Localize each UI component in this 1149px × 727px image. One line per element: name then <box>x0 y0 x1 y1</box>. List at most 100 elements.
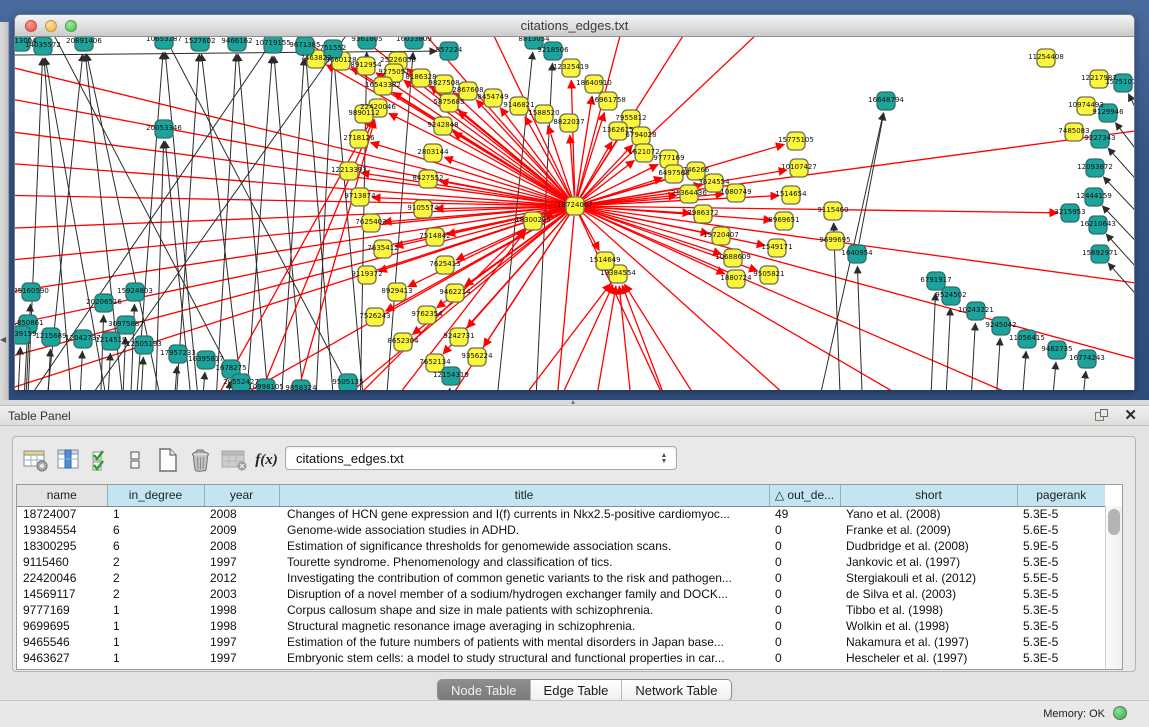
column-header-short[interactable]: short <box>840 485 1017 506</box>
graph-edge[interactable] <box>930 293 935 390</box>
table-cell[interactable]: Nakamura et al. (1997) <box>840 634 1017 650</box>
graph-edge[interactable] <box>1081 371 1086 390</box>
graph-edge[interactable] <box>173 366 177 390</box>
graph-edge[interactable] <box>580 215 599 251</box>
graph-edge[interactable] <box>1106 234 1134 299</box>
table-cell[interactable]: 0 <box>769 602 840 618</box>
table-row[interactable]: 1456911722003Disruption of a novel membe… <box>17 586 1105 602</box>
graph-edge[interactable] <box>361 173 565 205</box>
table-row[interactable]: 946362711997Embryonic stem cells: a mode… <box>17 650 1105 666</box>
delete-table-button[interactable] <box>184 444 217 476</box>
table-cell[interactable]: 9777169 <box>17 602 107 618</box>
table-cell[interactable]: 2012 <box>204 570 279 586</box>
graph-edge[interactable] <box>238 54 270 390</box>
table-cell[interactable]: 0 <box>769 586 840 602</box>
table-cell[interactable]: 0 <box>769 650 840 666</box>
graph-edge[interactable] <box>1108 148 1134 212</box>
table-cell[interactable]: 2009 <box>204 522 279 538</box>
table-cell[interactable]: Changes of HCN gene expression and I(f) … <box>279 506 769 522</box>
column-header-out_de[interactable]: △ out_de... <box>769 485 840 506</box>
table-cell[interactable]: 18724007 <box>17 506 107 522</box>
table-cell[interactable]: 5.3E-5 <box>1017 506 1105 522</box>
graph-edge[interactable] <box>447 388 450 390</box>
float-panel-icon[interactable] <box>1095 409 1109 423</box>
graph-edge[interactable] <box>15 207 565 262</box>
graph-edge[interactable] <box>1021 351 1026 390</box>
table-cell[interactable]: 5.3E-5 <box>1017 634 1105 650</box>
graph-edge[interactable] <box>970 323 975 390</box>
table-row[interactable]: 1938455462009Genome-wide association stu… <box>17 522 1105 538</box>
select-all-button[interactable] <box>85 444 118 476</box>
table-cell[interactable]: Wolkin et al. (1998) <box>840 618 1017 634</box>
column-header-title[interactable]: title <box>279 485 769 506</box>
table-cell[interactable]: 2003 <box>204 586 279 602</box>
table-cell[interactable]: 1997 <box>204 634 279 650</box>
table-cell[interactable]: Estimation of significance thresholds fo… <box>279 538 769 554</box>
table-cell[interactable]: Tourette syndrome. Phenomenology and cla… <box>279 554 769 570</box>
table-cell[interactable]: Tibbo et al. (1998) <box>840 602 1017 618</box>
scrollbar-thumb[interactable] <box>1108 509 1120 535</box>
table-cell[interactable]: Yano et al. (2008) <box>840 506 1017 522</box>
graph-edge[interactable] <box>584 211 945 390</box>
graph-edge[interactable] <box>15 195 565 206</box>
column-header-name[interactable]: name <box>17 485 107 506</box>
node-table[interactable]: namein_degreeyeartitle△ out_de...shortpa… <box>17 485 1105 666</box>
table-cell[interactable]: Estimation of the future numbers of pati… <box>279 634 769 650</box>
graph-edge[interactable] <box>122 337 125 390</box>
tab-network-table[interactable]: Network Table <box>621 680 730 700</box>
table-cell[interactable]: 5.6E-5 <box>1017 522 1105 538</box>
table-row[interactable]: 946554611997Estimation of the future num… <box>17 634 1105 650</box>
table-cell[interactable]: 5.3E-5 <box>1017 650 1105 666</box>
table-cell[interactable]: 0 <box>769 538 840 554</box>
graph-edge[interactable] <box>215 54 236 390</box>
graph-edge[interactable] <box>1051 362 1056 390</box>
table-cell[interactable]: 2 <box>107 570 204 586</box>
table-cell[interactable]: 2 <box>107 554 204 570</box>
table-cell[interactable]: 0 <box>769 570 840 586</box>
graph-edge[interactable] <box>250 119 373 390</box>
function-builder-button[interactable]: f(x) <box>250 444 283 476</box>
table-cell[interactable]: 5.5E-5 <box>1017 570 1105 586</box>
table-row[interactable]: 1830029562008Estimation of significance … <box>17 538 1105 554</box>
table-cell[interactable]: 6 <box>107 522 204 538</box>
table-cell[interactable]: 1 <box>107 618 204 634</box>
graph-edge[interactable] <box>834 223 835 231</box>
graph-edge[interactable] <box>79 351 82 390</box>
window-titlebar[interactable]: citations_edges.txt <box>15 15 1134 37</box>
table-cell[interactable]: de Silva et al. (2003) <box>840 586 1017 602</box>
row-height-button[interactable] <box>118 444 151 476</box>
table-cell[interactable]: 5.3E-5 <box>1017 586 1105 602</box>
new-table-button[interactable] <box>151 444 184 476</box>
table-row[interactable]: 969969511998Structural magnetic resonanc… <box>17 618 1105 634</box>
table-cell[interactable]: 19384554 <box>17 522 107 538</box>
table-cell[interactable]: Structural magnetic resonance image aver… <box>279 618 769 634</box>
table-cell[interactable]: Stergiakouli et al. (2012) <box>840 570 1017 586</box>
table-cell[interactable]: 0 <box>769 634 840 650</box>
graph-edge[interactable] <box>380 230 526 390</box>
network-view-window[interactable]: citations_edges.txt 18724007183002951938… <box>14 14 1135 390</box>
table-cell[interactable]: 1 <box>107 634 204 650</box>
table-cell[interactable]: 5.3E-5 <box>1017 554 1105 570</box>
close-panel-icon[interactable]: ✕ <box>1124 407 1137 425</box>
graph-edge[interactable] <box>995 338 1000 390</box>
table-cell[interactable]: 1 <box>107 602 204 618</box>
table-cell[interactable]: 14569117 <box>17 586 107 602</box>
graph-edge[interactable] <box>619 286 633 390</box>
graph-edge[interactable] <box>274 56 305 390</box>
column-header-pagerank[interactable]: pagerank <box>1017 485 1105 506</box>
graph-edge[interactable] <box>624 284 709 390</box>
table-cell[interactable]: 5.3E-5 <box>1017 618 1105 634</box>
table-cell[interactable]: 6 <box>107 538 204 554</box>
table-settings-button[interactable] <box>19 444 52 476</box>
graph-edge[interactable] <box>201 372 205 390</box>
table-cell[interactable]: 2 <box>107 586 204 602</box>
table-cell[interactable]: Jankovic et al. (1997) <box>840 554 1017 570</box>
table-source-select[interactable]: citations_edges.txt ▲▼ <box>285 446 677 470</box>
graph-edge[interactable] <box>1103 177 1134 242</box>
graph-edge[interactable] <box>555 216 574 390</box>
table-cell[interactable]: 1 <box>107 506 204 522</box>
graph-edge[interactable] <box>140 357 143 390</box>
table-cell[interactable]: 5.9E-5 <box>1017 538 1105 554</box>
table-row[interactable]: 911546021997Tourette syndrome. Phenomeno… <box>17 554 1105 570</box>
table-vertical-scrollbar[interactable] <box>1105 506 1122 669</box>
